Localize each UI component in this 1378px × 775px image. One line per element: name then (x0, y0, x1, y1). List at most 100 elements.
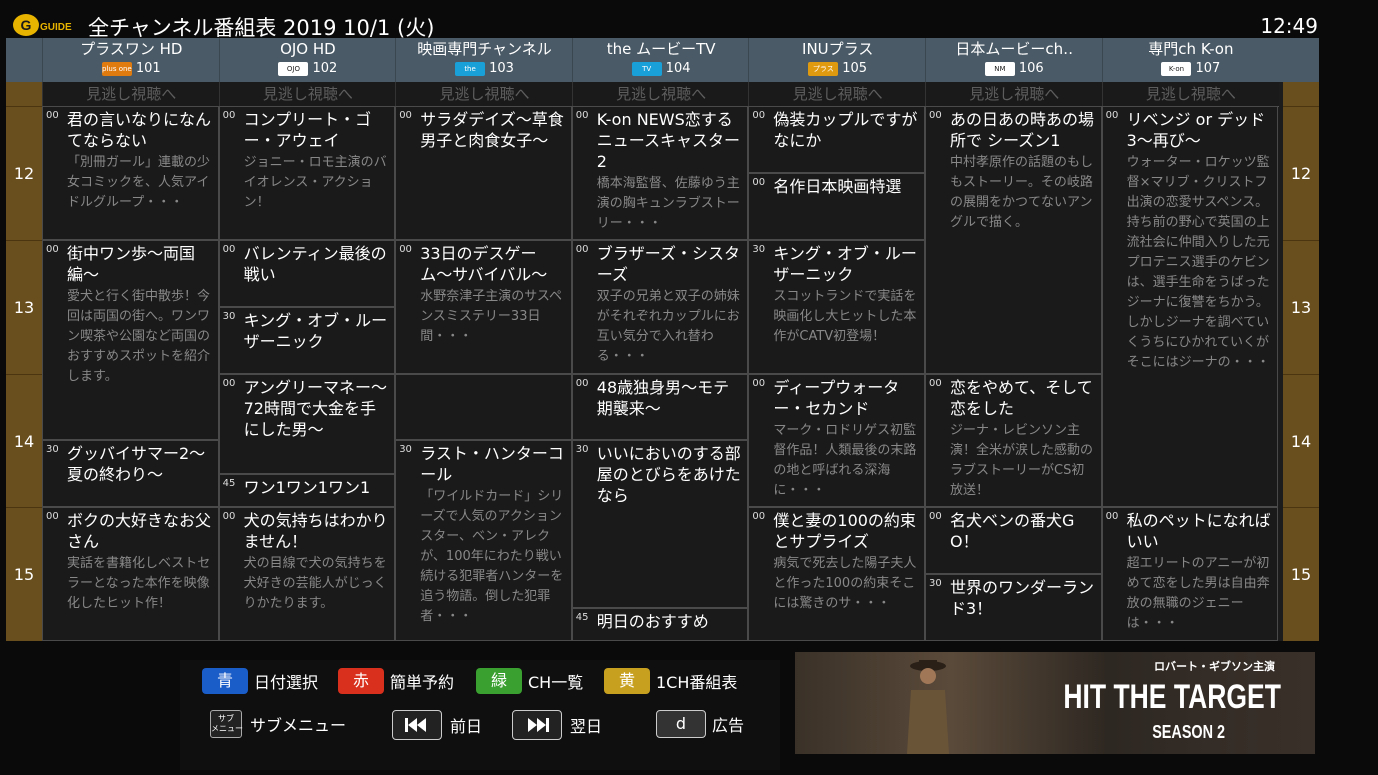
start-minute: 00 (752, 110, 766, 121)
start-minute: 30 (46, 444, 59, 456)
program-cell[interactable]: 00 名作日本映画特選 (748, 172, 925, 240)
start-minute: 00 (222, 110, 236, 121)
program-title: キング・オブ・ルーザーニック (243, 310, 388, 351)
program-cell[interactable]: 00 ボクの大好きなお父さん 実話を書籍化しベストセラーとなった本作を映像化したヒッ… (42, 507, 219, 641)
channel-logo-icon: the MOVIE (455, 62, 486, 76)
program-cell[interactable]: 00 犬の気持ちはわかりません！ 犬の目線で犬の気持ちを犬好きの芸能人がじっくりかた… (218, 507, 396, 641)
program-title: グッバイサマー2〜夏の終わり〜 (67, 444, 206, 485)
program-cell[interactable]: 00 恋をやめて、そして恋をした ジーナ・レビンソン主演！全米が涙した感動のラブスト… (925, 373, 1102, 508)
hour-label-13: 13 (1283, 239, 1319, 374)
hour-label-14: 14 (1283, 373, 1319, 508)
missed-viewing-link[interactable]: 見逃し視聴へ (571, 82, 750, 107)
footer-keys: 青 日付選択 赤 簡単予約 緑 CH一覧 黄 1CH番組表 サブ メニュー サブメ… (180, 660, 780, 770)
start-minute: 30 (222, 310, 236, 322)
program-cell[interactable]: 00 私のペットになればいい 超エリートのアニーが初めて恋をした男は自由奔放の無職の… (1101, 507, 1279, 641)
yellow-button[interactable]: 黄 (604, 668, 650, 694)
missed-viewing-link[interactable]: 見逃し視聴へ (395, 82, 573, 107)
yellow-label: 1CH番組表 (656, 673, 738, 692)
channel-105[interactable]: INUプラス プラス 105 (748, 38, 926, 82)
ad-subtitle: SEASON 2 (1152, 722, 1225, 742)
submenu-label: サブメニュー (250, 716, 347, 735)
missed-viewing-link[interactable]: 見逃し視聴へ (748, 82, 926, 107)
channel-102[interactable]: OJO HD OJO 102 (218, 38, 397, 82)
red-button[interactable]: 赤 (338, 668, 384, 694)
next-day-key[interactable]: 翌日 (512, 710, 602, 740)
next-day-label: 翌日 (570, 717, 603, 736)
missed-viewing-link[interactable]: 見逃し視聴へ (218, 82, 397, 107)
start-minute: 00 (46, 110, 59, 121)
hour-label-15: 15 (6, 507, 42, 641)
program-cell[interactable]: 00 名犬ベンの番犬GO！ (925, 507, 1102, 575)
program-cell[interactable]: 00 K-on NEWS恋するニュースキャスター2 橋本海監督、佐藤ゆう主演の胸キュ… (571, 106, 749, 240)
program-cell[interactable]: 00 ディープウォーター・セカンド マーク・ロドリゲス初監督作品！人類最後の末路の地… (748, 373, 925, 508)
channel-number: 103 (489, 61, 514, 76)
submenu-key[interactable]: サブ メニュー サブメニュー (210, 710, 346, 738)
gguide-logo: G GUIDE (12, 12, 74, 38)
program-title: 僕と妻の100の約束とサプライズ (773, 511, 916, 552)
channel-logo-icon: プラス (808, 62, 839, 76)
red-key[interactable]: 赤 簡単予約 (338, 668, 454, 694)
channel-101[interactable]: プラスワン HD plus one 101 (42, 38, 220, 82)
program-title: ボクの大好きなお父さん (67, 511, 212, 552)
start-minute: 00 (929, 110, 942, 121)
missed-viewing-link[interactable]: 見逃し視聴へ (42, 82, 220, 107)
start-minute: 30 (399, 444, 412, 456)
program-grid: プラスワン HD plus one 101 OJO HD OJO 102 映画専門チャンネル… (6, 38, 1319, 641)
program-cell[interactable]: 45 ワン1ワン1ワン1 (218, 473, 396, 508)
program-cell[interactable]: 00 街中ワン歩〜両国編〜 愛犬と行く街中散歩！今回は両国の街へ。ワンワン喫茶や公園… (42, 239, 219, 441)
program-cell[interactable]: 30 いいにおいのする部屋のとびらをあけたなら (571, 440, 749, 608)
start-minute: 00 (46, 511, 59, 523)
program-cell[interactable]: 00 ブラザーズ・シスターズ 双子の兄弟と双子の姉妹がそれぞれカップルにお互い気分で… (571, 239, 749, 374)
submenu-button[interactable]: サブ メニュー (210, 710, 243, 738)
start-minute: 00 (575, 110, 589, 121)
blue-button[interactable]: 青 (202, 668, 248, 694)
d-key[interactable]: d 広告 (656, 710, 744, 738)
channel-number: 105 (842, 61, 868, 76)
program-cell[interactable]: 30 キング・オブ・ルーザーニック スコットランドで実話を映画化し大ヒットした本作が… (748, 239, 925, 374)
program-cell[interactable]: 30 グッバイサマー2〜夏の終わり〜 (42, 440, 219, 508)
skip-back-icon[interactable] (392, 710, 442, 740)
start-minute: 00 (222, 243, 236, 255)
channel-107[interactable]: 専門ch K-on K-on 107 (1101, 38, 1280, 82)
program-description: 「別冊ガール」連載の少女コミックを、人気アイドルグループ・・・ (67, 155, 211, 210)
d-button[interactable]: d (656, 710, 706, 738)
program-cell[interactable]: 00 48歳独身男〜モテ期襲来〜 (571, 373, 749, 441)
start-minute: 00 (222, 511, 236, 523)
channel-104[interactable]: the ムービーTV TV 104 (571, 38, 750, 82)
channel-106[interactable]: 日本ムービーch‥ NM 106 (925, 38, 1103, 82)
program-cell[interactable]: 00 バレンティン最後の戦い (218, 239, 396, 307)
program-cell[interactable]: 30 ラスト・ハンターコール 「ワイルドカード」シリーズで人気のアクションスター、ベ… (395, 440, 572, 641)
prev-day-key[interactable]: 前日 (392, 710, 482, 740)
channel-logo-icon: TV (631, 62, 662, 76)
yellow-key[interactable]: 黄 1CH番組表 (604, 668, 737, 694)
program-cell[interactable]: 00 君の言いなりになんてならない 「別冊ガール」連載の少女コミックを、人気アイドル… (42, 106, 219, 240)
program-title: K-on NEWS恋するニュースキャスター2 (596, 110, 740, 171)
ad-banner[interactable]: ロバート・ギブソン主演 HIT THE TARGET SEASON 2 (795, 652, 1315, 754)
program-cell[interactable]: 30 世界のワンダーランド3！ (925, 574, 1102, 641)
red-label: 簡単予約 (390, 673, 455, 692)
program-cell[interactable]: 00 コンプリート・ゴー・アウェイ ジョニー・ロモ主演のバイオレンス・アクション！ (218, 106, 396, 240)
channel-103[interactable]: 映画専門チャンネル the MOVIE103 (395, 38, 573, 82)
green-button[interactable]: 緑 (476, 668, 522, 694)
start-minute: 00 (575, 377, 589, 389)
program-cell[interactable]: 00 サラダデイズ〜草食男子と肉食女子〜 (395, 106, 572, 240)
program-cell[interactable]: 00 あの日あの時あの場所で シーズン1 中村孝原作の話題のもしもストーリー。その岐… (925, 106, 1102, 374)
channel-name: 日本ムービーch‥ (955, 40, 1074, 58)
program-cell[interactable]: 00 僕と妻の100の約束とサプライズ 病気で死去した陽子夫人と作った100の約束そ… (748, 507, 925, 641)
program-cell[interactable]: 00 アングリーマネー〜72時間で大金を手にした男〜 (218, 373, 396, 474)
program-cell[interactable] (395, 373, 572, 441)
program-cell[interactable]: 00 偽装カップルですがなにか (748, 106, 925, 173)
program-cell[interactable]: 00 リベンジ or デッド3〜再び〜 ウォーター・ロケッツ監督×マリブ・クリストフ… (1101, 106, 1279, 508)
program-cell[interactable]: 30 キング・オブ・ルーザーニック (218, 306, 396, 374)
program-cell[interactable]: 45 明日のおすすめ (571, 607, 749, 641)
program-description: ジーナ・レビンソン主演！全米が涙した感動のラブストーリーがCS初放送！ (950, 422, 1094, 498)
program-title: コンプリート・ゴー・アウェイ (243, 110, 372, 150)
program-title: ワン1ワン1ワン1 (243, 477, 371, 497)
program-cell[interactable]: 00 33日のデスゲーム〜サバイバル〜 水野奈津子主演のサスペンスミステリー33日間… (395, 239, 572, 374)
blue-key[interactable]: 青 日付選択 (202, 668, 318, 694)
missed-viewing-link[interactable]: 見逃し視聴へ (925, 82, 1103, 107)
channel-name: プラスワン HD (80, 40, 183, 58)
skip-forward-icon[interactable] (512, 710, 562, 740)
missed-viewing-link[interactable]: 見逃し視聴へ (1101, 82, 1280, 107)
green-key[interactable]: 緑 CH一覧 (476, 668, 583, 694)
